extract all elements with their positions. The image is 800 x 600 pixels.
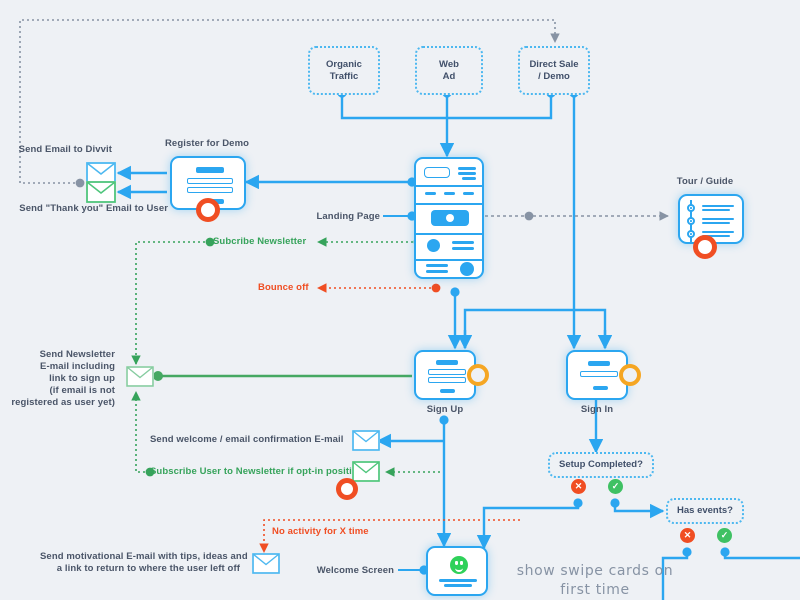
card-bar bbox=[436, 360, 458, 365]
email-label-motivational: Send motivational E-mail with tips, idea… bbox=[40, 551, 248, 574]
card-bar bbox=[424, 167, 450, 178]
card-divider bbox=[416, 203, 482, 205]
connector-setup-no bbox=[476, 503, 580, 550]
sign-in-title: Sign In bbox=[580, 404, 614, 415]
email-icon-welcome[interactable] bbox=[352, 430, 380, 451]
card-bar bbox=[426, 270, 448, 273]
landing-page-title: Landing Page bbox=[316, 211, 380, 222]
card-bar bbox=[426, 264, 448, 267]
welcome-screen-title: Welcome Screen bbox=[316, 565, 394, 576]
card-divider bbox=[416, 259, 482, 261]
card-bar bbox=[588, 361, 610, 366]
card-divider bbox=[416, 233, 482, 235]
email-label-divvit: Send Email to Divvit bbox=[18, 144, 112, 155]
tour-bullet bbox=[687, 230, 695, 238]
card-bar bbox=[444, 584, 472, 587]
card-bar bbox=[452, 241, 474, 244]
connector-direct-to-landing bbox=[447, 91, 553, 120]
tour-guide-title: Tour / Guide bbox=[676, 176, 734, 187]
decision-label-setup-completed: Setup Completed? bbox=[559, 459, 643, 470]
email-icon-newsletter[interactable] bbox=[126, 366, 154, 387]
flow-label-bounce-off: Bounce off bbox=[258, 282, 309, 293]
card-bar bbox=[187, 178, 233, 184]
connector-setup-yes bbox=[613, 503, 665, 519]
card-bar bbox=[458, 172, 476, 175]
email-label-newsletter: Send Newsletter E-mail including link to… bbox=[11, 349, 115, 408]
smiley-icon bbox=[450, 556, 468, 574]
card-bar bbox=[428, 377, 466, 383]
email-label-thank-you: Send "Thank you" Email to User bbox=[19, 203, 168, 214]
decision-badge-yes[interactable]: ✓ bbox=[608, 479, 623, 494]
annotation-ring-tour-guide bbox=[693, 235, 717, 259]
decision-label-has-events: Has events? bbox=[677, 505, 733, 516]
source-node-direct-sale[interactable]: Direct Sale / Demo bbox=[518, 46, 590, 95]
flow-diagram-canvas: Organic Traffic Web Ad Direct Sale / Dem… bbox=[0, 0, 800, 600]
flow-label-no-activity: No activity for X time bbox=[272, 526, 369, 537]
email-label-welcome: Send welcome / email confirmation E-mail bbox=[150, 434, 344, 445]
decision-node-setup-completed[interactable]: Setup Completed? bbox=[548, 452, 654, 478]
annotation-ring-register-for-demo bbox=[196, 198, 220, 222]
card-bar bbox=[463, 192, 474, 195]
card-dot bbox=[427, 239, 440, 252]
source-node-web-ad[interactable]: Web Ad bbox=[415, 46, 483, 95]
card-bar bbox=[428, 369, 466, 375]
decision-node-has-events[interactable]: Has events? bbox=[666, 498, 744, 524]
register-for-demo-title: Register for Demo bbox=[164, 138, 250, 149]
card-bar bbox=[702, 218, 734, 221]
annotation-swipe-cards-note: show swipe cards on first time bbox=[516, 563, 674, 598]
email-label-subscribe-user: Subscribe User to Newsletter if opt-in p… bbox=[150, 466, 363, 477]
sign-up-title: Sign Up bbox=[426, 404, 464, 415]
card-bar bbox=[702, 231, 734, 234]
card-bar bbox=[439, 579, 477, 582]
card-bar bbox=[580, 371, 618, 377]
connector-has-events-yes bbox=[723, 552, 800, 560]
annotation-ring-sign-up bbox=[467, 364, 489, 386]
source-label-web-ad: Web Ad bbox=[439, 58, 459, 82]
card-bar bbox=[196, 167, 224, 173]
decision-badge-yes[interactable]: ✓ bbox=[717, 528, 732, 543]
connector-subscribe-user-to-newsletter bbox=[131, 391, 150, 473]
card-bar bbox=[702, 222, 730, 225]
tour-bullet bbox=[687, 217, 695, 225]
card-bar bbox=[702, 209, 730, 212]
decision-badge-no[interactable]: ✕ bbox=[571, 479, 586, 494]
source-label-organic-traffic: Organic Traffic bbox=[326, 58, 362, 82]
card-dot bbox=[460, 262, 474, 276]
screen-card-landing-page[interactable] bbox=[414, 157, 484, 279]
decision-badge-no[interactable]: ✕ bbox=[680, 528, 695, 543]
tour-bullet bbox=[687, 204, 695, 212]
connector-junction-to-signup-signin bbox=[463, 308, 607, 348]
annotation-ring-sign-in bbox=[619, 364, 641, 386]
connector-organic-to-landing bbox=[340, 91, 447, 120]
flow-label-subscribe-newsletter: Subcribe Newsletter bbox=[213, 236, 307, 247]
email-icon-motivational[interactable] bbox=[252, 553, 280, 574]
source-label-direct-sale: Direct Sale / Demo bbox=[529, 58, 579, 82]
annotation-ring-subscribe-user bbox=[336, 478, 358, 500]
card-bar bbox=[444, 192, 455, 195]
card-bar bbox=[425, 192, 436, 195]
email-icon-thank-you[interactable] bbox=[86, 181, 116, 203]
card-bar bbox=[452, 247, 474, 250]
card-bar bbox=[440, 389, 455, 393]
email-icon-subscribe-user[interactable] bbox=[352, 461, 380, 482]
screen-card-welcome-screen[interactable] bbox=[426, 546, 488, 596]
card-bar bbox=[187, 187, 233, 193]
card-dot bbox=[446, 214, 454, 222]
card-bar bbox=[462, 177, 476, 180]
source-node-organic-traffic[interactable]: Organic Traffic bbox=[308, 46, 380, 95]
card-bar bbox=[458, 167, 476, 170]
card-bar bbox=[702, 205, 734, 208]
connector-subscribe-to-newsletter-email bbox=[131, 241, 210, 365]
card-divider bbox=[416, 185, 482, 187]
card-bar bbox=[593, 386, 608, 390]
